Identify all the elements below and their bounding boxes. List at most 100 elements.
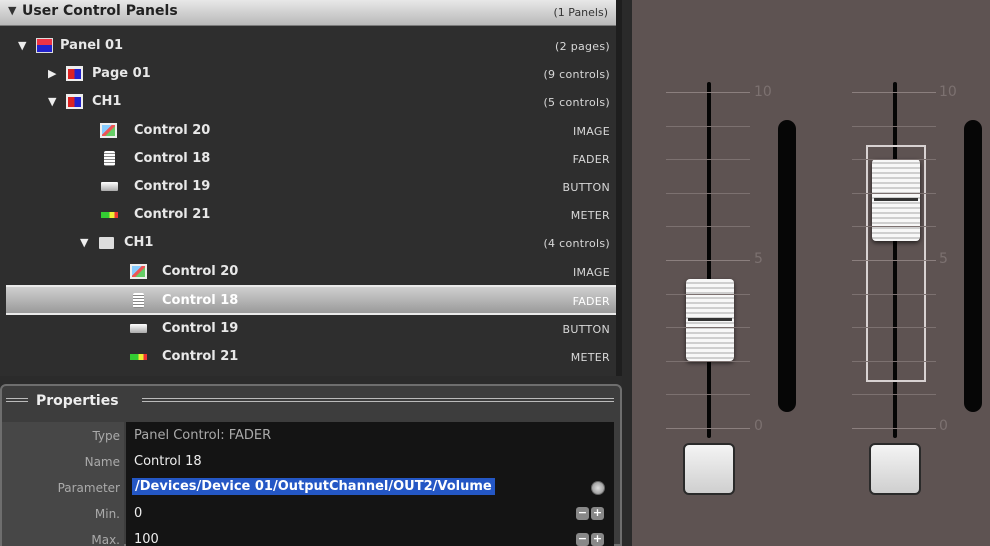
scale-label-top: 10 [939, 84, 957, 100]
scale-tick-major [666, 92, 750, 93]
increment-button[interactable]: + [591, 507, 604, 520]
scale-tick [666, 361, 750, 362]
tree-row-type: (4 controls) [543, 237, 610, 250]
property-key: Min. [94, 507, 120, 521]
property-row-min[interactable]: Min. 0 − + [2, 501, 620, 527]
tree-row-control[interactable]: Control 19 BUTTON [6, 173, 616, 201]
tree-row-type: IMAGE [572, 125, 610, 138]
scale-tick [852, 126, 936, 127]
scale-tick [852, 394, 936, 395]
tree-row-control[interactable]: Control 18 FADER [6, 145, 616, 173]
property-key: Max. [91, 533, 120, 546]
control-panels-tree: ▼ User Control Panels (1 Panels) ▼ Panel… [0, 0, 622, 376]
panel-icon [36, 38, 53, 53]
tree-row-type: (9 controls) [543, 68, 610, 81]
decrement-button[interactable]: − [576, 507, 589, 520]
collapsed-arrow-icon[interactable]: ▶ [48, 67, 56, 80]
tree-row-control[interactable]: Control 20 IMAGE [6, 258, 616, 286]
tree-header[interactable]: ▼ User Control Panels (1 Panels) [0, 0, 616, 26]
parameter-field[interactable]: /Devices/Device 01/OutputChannel/OUT2/Vo… [132, 478, 495, 495]
scale-tick [666, 126, 750, 127]
tree-header-count: (1 Panels) [553, 6, 608, 19]
tree-row-label: Control 20 [134, 123, 211, 138]
scale-label-bottom: 0 [754, 418, 763, 434]
scale-tick-major [666, 260, 750, 261]
scale-tick [666, 294, 750, 295]
fader-control-icon [133, 293, 144, 308]
scale-tick-major [666, 428, 750, 429]
grip-icon [142, 398, 614, 404]
page-icon [66, 66, 83, 81]
tree-row-control[interactable]: Control 21 METER [6, 201, 616, 229]
properties-header[interactable]: Properties [2, 386, 620, 416]
tree-row-label: Control 20 [162, 264, 239, 279]
tree-row-label: Page 01 [92, 66, 151, 81]
expand-arrow-icon[interactable]: ▼ [18, 39, 26, 52]
scale-tick [666, 394, 750, 395]
scale-tick-major [852, 260, 936, 261]
max-field[interactable]: 100 [134, 532, 159, 546]
tree-row-page[interactable]: ▼ CH1 (5 controls) [6, 88, 616, 116]
expand-arrow-icon[interactable]: ▼ [80, 236, 88, 249]
tree-row-type: BUTTON [562, 181, 610, 194]
page-icon [66, 94, 83, 109]
min-field[interactable]: 0 [134, 506, 142, 521]
fader-knob[interactable] [686, 279, 734, 361]
scale-tick [852, 159, 936, 160]
panel-canvas: 10 5 0 10 5 0 [632, 0, 990, 546]
scale-tick [666, 327, 750, 328]
canvas-divider[interactable] [622, 0, 632, 546]
scale-label-bottom: 0 [939, 418, 948, 434]
level-meter [964, 120, 982, 412]
scale-tick [852, 294, 936, 295]
tree-row-type: FADER [572, 295, 610, 308]
tree-row-label: Control 18 [162, 293, 239, 308]
tree-row-label: Panel 01 [60, 38, 124, 53]
properties-panel: Properties Type Panel Control: FADER Nam… [0, 384, 622, 546]
property-key: Name [84, 455, 120, 469]
fader-button[interactable] [683, 443, 735, 495]
fader-button[interactable] [869, 443, 921, 495]
button-control-icon [130, 324, 147, 333]
scale-tick [852, 327, 936, 328]
tree-row-control[interactable]: Control 19 BUTTON [6, 315, 616, 343]
increment-button[interactable]: + [591, 533, 604, 546]
level-meter [778, 120, 796, 412]
tree-row-label: Control 21 [162, 349, 239, 364]
collapse-arrow-icon[interactable]: ▼ [8, 4, 16, 17]
scale-label-top: 10 [754, 84, 772, 100]
scale-tick [666, 159, 750, 160]
property-key: Parameter [57, 481, 120, 495]
scale-tick-major [852, 428, 936, 429]
property-key: Type [92, 429, 120, 443]
tree-row-group[interactable]: ▼ CH1 (4 controls) [6, 229, 616, 257]
property-row-max[interactable]: Max. 100 − + [2, 527, 620, 546]
tree-row-control[interactable]: Control 21 METER [6, 343, 616, 371]
tree-row-label: Control 21 [134, 207, 211, 222]
tree-row-control-selected[interactable]: Control 18 FADER [6, 285, 616, 315]
image-control-icon [100, 123, 117, 138]
scale-label-mid: 5 [754, 251, 763, 267]
tree-row-type: FADER [572, 153, 610, 166]
folder-icon [99, 237, 114, 249]
tree-row-type: (5 controls) [543, 96, 610, 109]
property-row-name[interactable]: Name Control 18 [2, 449, 620, 475]
tree-row-control[interactable]: Control 20 IMAGE [6, 117, 616, 145]
expand-arrow-icon[interactable]: ▼ [48, 95, 56, 108]
grip-icon [6, 398, 28, 404]
decrement-button[interactable]: − [576, 533, 589, 546]
tree-row-panel[interactable]: ▼ Panel 01 (2 pages) [6, 32, 616, 60]
tree-row-page[interactable]: ▶ Page 01 (9 controls) [6, 60, 616, 88]
scale-tick [852, 226, 936, 227]
image-control-icon [130, 264, 147, 279]
parameter-picker-button[interactable] [591, 481, 605, 495]
tree-header-title: User Control Panels [22, 3, 178, 19]
property-row-parameter[interactable]: Parameter /Devices/Device 01/OutputChann… [2, 475, 620, 501]
tree-row-label: CH1 [124, 235, 154, 250]
name-field[interactable]: Control 18 [134, 454, 202, 469]
fader-knob-selected[interactable] [872, 159, 920, 241]
scale-tick [666, 226, 750, 227]
property-value: Panel Control: FADER [134, 428, 272, 443]
tree-row-type: METER [570, 209, 610, 222]
tree-row-type: BUTTON [562, 323, 610, 336]
